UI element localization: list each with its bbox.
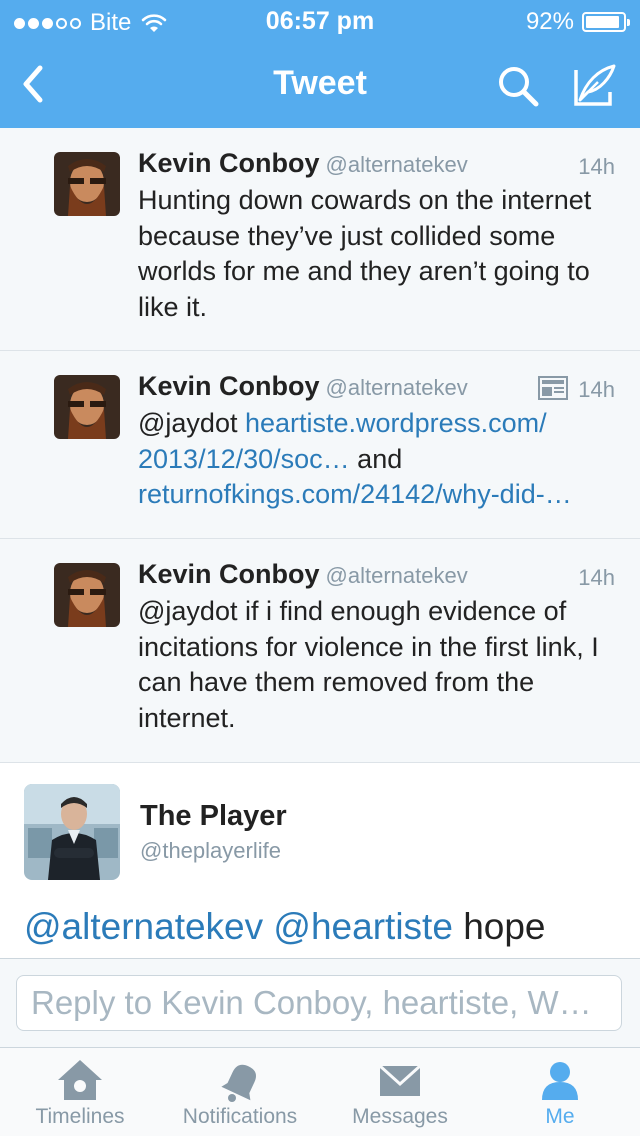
reply-input[interactable] <box>16 975 622 1031</box>
header: Bite 06:57 pm 92% Tweet <box>0 0 640 128</box>
page-title: Tweet <box>273 64 367 102</box>
tweet-text: @jaydot if i find enough evidence of inc… <box>138 596 599 733</box>
mention-link[interactable]: @alternatekev <box>24 906 263 947</box>
reply-bar <box>0 958 640 1048</box>
nav-bar: Tweet <box>0 40 640 128</box>
battery-percent: 92% <box>525 8 574 35</box>
author-handle: @alternatekev <box>325 563 468 588</box>
battery-icon <box>582 12 630 32</box>
tweet-text: @alternatekev @heartiste hope <box>24 906 546 948</box>
tweet-text-body: hope <box>463 906 546 947</box>
search-icon[interactable] <box>494 62 542 110</box>
summary-card-icon <box>538 376 568 400</box>
author-display-name: Kevin Conboy <box>138 148 320 178</box>
focused-tweet[interactable]: The Player @theplayerlife @alternatekev … <box>0 764 640 958</box>
status-bar: Bite 06:57 pm 92% <box>0 0 640 40</box>
author-name: The Player <box>140 800 287 832</box>
tab-me[interactable]: Me <box>480 1048 640 1136</box>
conversation: Kevin Conboy @alternatekev 14h Hunting do… <box>0 128 640 958</box>
tweet-item[interactable]: Kevin Conboy @alternatekev 14h @jaydot if… <box>0 539 640 763</box>
url-link[interactable]: returnofkings.com/24142/why-did-… <box>138 479 572 509</box>
avatar[interactable] <box>54 375 120 439</box>
tweet-time: 14h <box>578 377 615 402</box>
author-name: Kevin Conboy @alternatekev <box>138 148 468 179</box>
tweet-item[interactable]: Kevin Conboy @alternatekev 14h @jaydot he… <box>0 351 640 539</box>
compose-tweet-icon[interactable] <box>568 62 618 110</box>
avatar[interactable] <box>24 784 120 880</box>
tab-timelines[interactable]: Timelines <box>0 1048 160 1136</box>
tweet-time: 14h <box>578 154 615 179</box>
home-icon <box>58 1060 102 1100</box>
author-name: Kevin Conboy @alternatekev <box>138 559 468 590</box>
tab-bar: Timelines Notifications Messages Me <box>0 1048 640 1136</box>
author-handle: @alternatekev <box>325 152 468 177</box>
conjunction-text: and <box>357 443 403 474</box>
tab-messages[interactable]: Messages <box>320 1048 480 1136</box>
tweet-text: Hunting down cowards on the internet bec… <box>138 185 592 322</box>
author-name: Kevin Conboy @alternatekev <box>138 371 468 402</box>
person-icon <box>542 1062 578 1100</box>
avatar[interactable] <box>54 563 120 627</box>
envelope-icon <box>378 1064 422 1096</box>
battery-indicator: 92% <box>525 8 630 36</box>
author-handle: @alternatekev <box>325 375 468 400</box>
tweet-time: 14h <box>578 565 615 590</box>
tab-label: Notifications <box>182 1105 298 1128</box>
avatar[interactable] <box>54 152 120 216</box>
tab-label: Me <box>545 1105 575 1128</box>
author-display-name: Kevin Conboy <box>138 371 320 401</box>
tab-notifications[interactable]: Notifications <box>160 1048 320 1136</box>
tab-label: Timelines <box>35 1105 125 1128</box>
mention-link[interactable]: @heartiste <box>273 906 452 947</box>
bell-icon <box>221 1064 256 1102</box>
tweet-item[interactable]: Kevin Conboy @alternatekev 14h Hunting do… <box>0 128 640 351</box>
mention-link[interactable]: @jaydot <box>138 408 237 438</box>
tab-label: Messages <box>352 1105 448 1128</box>
author-display-name: Kevin Conboy <box>138 559 320 589</box>
author-handle: @theplayerlife <box>140 838 281 863</box>
tweet-text: @jaydot heartiste.wordpress.com/ 2013/12… <box>138 406 618 513</box>
